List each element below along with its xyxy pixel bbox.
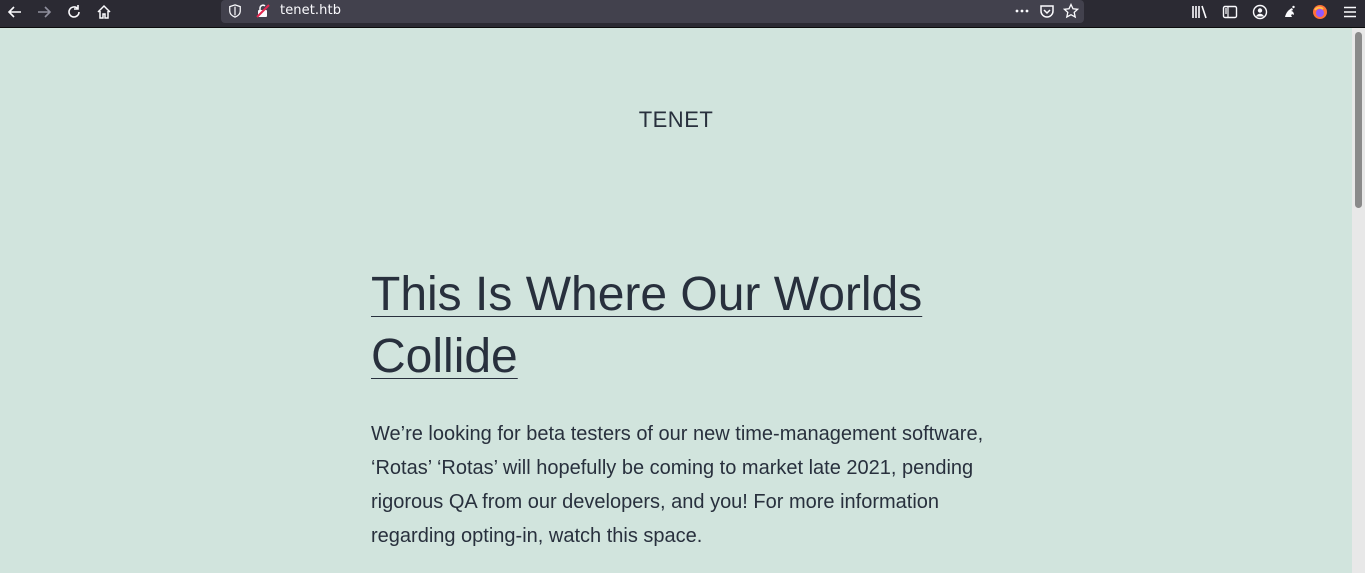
- site-title[interactable]: TENET: [0, 107, 1352, 133]
- post-title-line2[interactable]: Collide: [371, 330, 518, 383]
- reload-button[interactable]: [61, 1, 87, 23]
- page-content: TENET This Is Where Our Worlds Collide W…: [0, 28, 1352, 573]
- url-bar[interactable]: tenet.htb: [221, 0, 1084, 23]
- sidebar-button[interactable]: [1217, 1, 1243, 23]
- menu-button[interactable]: [1337, 1, 1363, 23]
- forward-button[interactable]: [31, 1, 57, 23]
- star-icon: [1063, 3, 1079, 19]
- site-title-link[interactable]: TENET: [639, 107, 714, 132]
- extension-button[interactable]: [1277, 1, 1303, 23]
- forward-icon: [38, 6, 52, 18]
- page-actions-button[interactable]: [1013, 3, 1031, 19]
- firefox-button[interactable]: [1307, 1, 1333, 23]
- scrollbar-thumb[interactable]: [1355, 32, 1362, 208]
- reload-icon: [68, 5, 80, 18]
- more-icon: [1015, 9, 1029, 13]
- firefox-icon: [1313, 5, 1327, 19]
- insecure-lock-icon: [256, 4, 270, 18]
- back-icon: [7, 6, 21, 18]
- library-icon: [1192, 5, 1207, 19]
- home-icon: [97, 4, 111, 19]
- library-button[interactable]: [1187, 1, 1213, 23]
- vertical-scrollbar[interactable]: [1352, 28, 1365, 573]
- back-button[interactable]: [2, 1, 28, 23]
- sidebar-icon: [1222, 5, 1238, 19]
- extension-icon: [1285, 5, 1295, 17]
- url-text[interactable]: tenet.htb: [280, 3, 341, 18]
- menu-icon: [1344, 6, 1356, 18]
- bookmark-button[interactable]: [1062, 3, 1080, 19]
- shield-icon: [229, 4, 241, 18]
- post-title-line1[interactable]: This Is Where Our Worlds: [371, 268, 922, 321]
- tracking-protection-button[interactable]: [226, 3, 244, 19]
- account-button[interactable]: [1247, 1, 1273, 23]
- post-title-link[interactable]: This Is Where Our Worlds Collide: [371, 268, 922, 383]
- home-button[interactable]: [91, 1, 117, 23]
- browser-toolbar: tenet.htb: [0, 0, 1365, 28]
- site-security-button[interactable]: [254, 3, 272, 19]
- post-title: This Is Where Our Worlds Collide: [371, 264, 991, 388]
- account-icon: [1252, 4, 1268, 20]
- pocket-button[interactable]: [1038, 3, 1056, 19]
- post-body: We’re looking for beta testers of our ne…: [371, 423, 984, 547]
- pocket-icon: [1040, 5, 1054, 18]
